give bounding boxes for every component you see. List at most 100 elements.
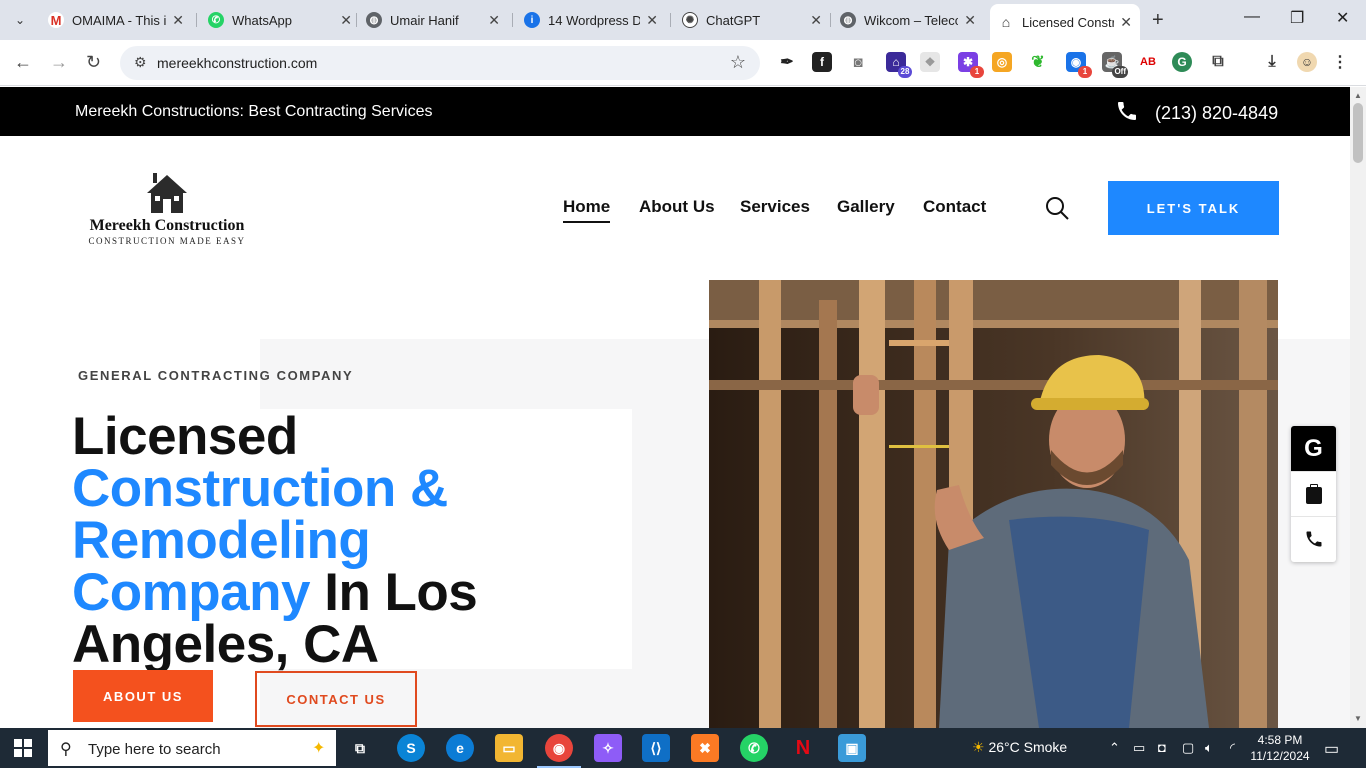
extensions-puzzle-icon[interactable]: ⧉ — [1208, 52, 1228, 72]
close-tab-icon[interactable]: ✕ — [172, 12, 184, 29]
scroll-up-icon[interactable]: ▲ — [1354, 91, 1362, 100]
skype-icon[interactable]: S — [397, 734, 425, 762]
tab-separator — [196, 13, 197, 27]
tab-title: Umair Hanif — [390, 12, 459, 28]
logo-tagline: CONSTRUCTION MADE EASY — [88, 236, 246, 246]
vscode-icon[interactable]: ⟨⟩ — [642, 734, 670, 762]
close-tab-icon[interactable]: ✕ — [1120, 14, 1132, 31]
store-icon[interactable]: ▣ — [838, 734, 866, 762]
wifi-icon[interactable]: ◜ — [1230, 740, 1235, 756]
tab-separator — [356, 13, 357, 27]
chrome-extension-icon[interactable]: ◉ 1 — [1066, 52, 1092, 78]
close-tab-icon[interactable]: ✕ — [488, 12, 500, 29]
taskbar-search-placeholder: Type here to search — [88, 741, 221, 758]
restore-icon[interactable]: ❐ — [1290, 8, 1304, 28]
minimize-icon[interactable]: — — [1244, 8, 1260, 26]
address-bar[interactable]: ⚙ mereekhconstruction.com ☆ — [120, 46, 760, 80]
close-tab-icon[interactable]: ✕ — [810, 12, 822, 29]
tab-title: WhatsApp — [232, 12, 292, 28]
menu-kebab-icon[interactable]: ⋮ — [1330, 52, 1350, 72]
edge-icon[interactable]: e — [446, 734, 474, 762]
windows-start-icon[interactable] — [14, 739, 32, 757]
phone-call-icon[interactable] — [1291, 516, 1336, 561]
close-tab-icon[interactable]: ✕ — [646, 12, 658, 29]
xampp-icon[interactable]: ✖ — [691, 734, 719, 762]
netflix-icon[interactable]: N — [789, 734, 817, 762]
site-logo[interactable]: Mereekh Construction CONSTRUCTION MADE E… — [86, 171, 248, 251]
contact-us-button[interactable]: CONTACT US — [255, 671, 417, 727]
scroll-down-icon[interactable]: ▼ — [1354, 714, 1362, 723]
construction-worker-illustration — [709, 280, 1278, 728]
copilot-icon[interactable]: ✧ — [594, 734, 622, 762]
back-icon[interactable]: ← — [14, 52, 32, 73]
puzzle-extension-icon[interactable]: ✱ 1 — [958, 52, 984, 78]
browser-tab[interactable]: i 14 Wordpress De ✕ — [516, 6, 666, 34]
headline-text: Licensed — [72, 407, 298, 466]
orange-extension-icon[interactable]: ◎ — [992, 52, 1012, 72]
url-text[interactable]: mereekhconstruction.com — [157, 55, 317, 71]
topbar-phone-number[interactable]: (213) 820-4849 — [1155, 103, 1278, 124]
adblock-extension-icon[interactable]: AB — [1138, 52, 1158, 72]
browser-tab-active[interactable]: ⌂ Licensed Constru ✕ — [990, 4, 1140, 40]
taskbar-search-box[interactable]: ⚲ Type here to search ✦ — [48, 730, 336, 766]
calendar-extension-icon[interactable]: ⌂ 28 — [886, 52, 912, 78]
site-settings-icon[interactable]: ⚙ — [134, 54, 147, 71]
chatgpt-icon: ✺ — [682, 12, 698, 28]
extension-badge: 28 — [898, 66, 912, 78]
eyedropper-icon[interactable]: ✒ — [777, 52, 797, 72]
lets-talk-button[interactable]: LET'S TALK — [1108, 181, 1279, 235]
profile-avatar[interactable]: ☺ — [1297, 52, 1317, 72]
close-tab-icon[interactable]: ✕ — [964, 12, 976, 29]
browser-tab[interactable]: ✺ ChatGPT ✕ — [674, 6, 830, 34]
nav-services[interactable]: Services — [740, 197, 810, 217]
volume-icon[interactable]: 🔈︎ — [1205, 740, 1213, 756]
browser-tab[interactable]: ◍ Umair Hanif ✕ — [358, 6, 508, 34]
page-scrollbar[interactable]: ▲ ▼ — [1350, 87, 1366, 728]
close-window-icon[interactable]: ✕ — [1336, 8, 1349, 28]
close-tab-icon[interactable]: ✕ — [340, 12, 352, 29]
nav-gallery[interactable]: Gallery — [837, 197, 895, 217]
nav-contact[interactable]: Contact — [923, 197, 986, 217]
meet-now-icon[interactable]: ▢ — [1182, 740, 1194, 756]
camera-icon[interactable]: ◙ — [848, 52, 868, 72]
tray-chevron-icon[interactable]: ⌃ — [1109, 740, 1120, 756]
file-explorer-icon[interactable]: ▭ — [495, 734, 523, 762]
about-us-button[interactable]: ABOUT US — [73, 670, 213, 722]
scrollbar-thumb[interactable] — [1353, 103, 1363, 163]
browser-tab[interactable]: ✆ WhatsApp ✕ — [200, 6, 360, 34]
whatsapp-icon[interactable]: ✆ — [740, 734, 768, 762]
browser-tab[interactable]: ◍ Wikcom – Telecc ✕ — [832, 6, 984, 34]
nav-home[interactable]: Home — [563, 197, 611, 223]
tab-search-chevron-icon[interactable]: ⌄ — [6, 8, 34, 32]
new-tab-icon[interactable]: + — [1152, 9, 1164, 32]
download-icon[interactable]: ⤓ — [1262, 52, 1282, 72]
tab-title: OMAIMA - This i — [72, 12, 167, 28]
browser-tab[interactable]: M OMAIMA - This i ✕ — [40, 6, 192, 34]
chrome-icon[interactable]: ◉ — [537, 734, 581, 768]
forward-icon[interactable]: → — [50, 52, 68, 73]
battery-icon[interactable]: ▭ — [1133, 740, 1145, 756]
headline-text: Angeles, CA — [72, 615, 379, 674]
windows-taskbar: ⚲ Type here to search ✦ ⧉ S e ▭ ◉ ✧ ⟨⟩ ✖… — [0, 728, 1366, 768]
weather-widget[interactable]: ☀ 26°C Smoke — [972, 739, 1067, 756]
leaf-extension-icon[interactable]: ❦ — [1028, 52, 1048, 72]
google-reviews-icon[interactable]: G — [1291, 426, 1336, 471]
whatsapp-icon: ✆ — [208, 12, 224, 28]
tab-title: Wikcom – Telecc — [864, 12, 959, 28]
bookmark-star-icon[interactable]: ☆ — [730, 52, 746, 73]
task-view-icon[interactable]: ⧉ — [346, 734, 374, 762]
hero-construction-worker-image — [709, 280, 1278, 728]
toggle-extension-icon[interactable]: ☕ Off — [1102, 52, 1128, 78]
nav-about-us[interactable]: About Us — [639, 197, 715, 217]
clock-date: 11/12/2024 — [1250, 749, 1310, 763]
camera-tray-icon[interactable]: ◘ — [1158, 740, 1166, 755]
phone-icon — [1118, 102, 1136, 120]
grid-extension-icon[interactable]: ❖ — [920, 52, 940, 72]
font-extension-icon[interactable]: f — [812, 52, 832, 72]
notification-icon[interactable]: ▭ — [1324, 739, 1339, 759]
grammar-extension-icon[interactable]: G — [1172, 52, 1192, 72]
search-icon[interactable] — [1045, 196, 1069, 220]
taskbar-clock[interactable]: 4:58 PM 11/12/2024 — [1250, 732, 1310, 764]
clipboard-icon[interactable] — [1291, 471, 1336, 516]
reload-icon[interactable]: ↻ — [86, 52, 101, 73]
